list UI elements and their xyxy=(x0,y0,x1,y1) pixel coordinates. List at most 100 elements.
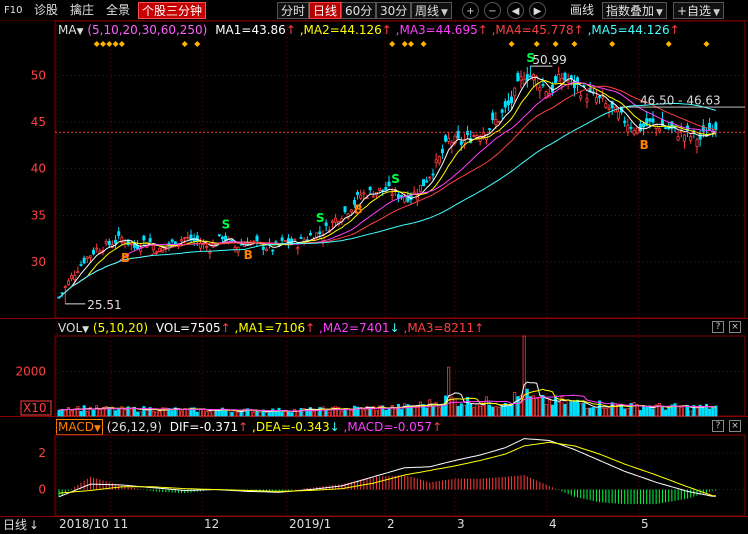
candle-body xyxy=(623,120,627,124)
candle-body xyxy=(362,192,366,195)
candle-body xyxy=(308,232,312,236)
volume-bar xyxy=(264,411,268,417)
diamond-marker xyxy=(389,41,396,47)
candle-body xyxy=(371,195,375,198)
volume-bar xyxy=(491,406,495,417)
volume-bar xyxy=(387,408,391,417)
volume-bar xyxy=(57,409,61,417)
volume-bar xyxy=(205,411,209,417)
volume-bar xyxy=(393,408,397,417)
candle-body xyxy=(368,187,372,191)
candle-body xyxy=(510,96,514,104)
candle-body xyxy=(714,122,718,131)
candle-body xyxy=(79,264,83,266)
volume-bar xyxy=(98,409,102,417)
dif-line xyxy=(58,438,716,498)
volume-bar xyxy=(522,335,526,417)
macd-tick-label: 0 xyxy=(38,483,46,497)
volume-bar xyxy=(117,408,121,417)
volume-bar xyxy=(114,410,118,417)
volume-bar xyxy=(290,412,294,417)
diamond-marker xyxy=(112,41,119,47)
candle-body xyxy=(456,130,460,139)
candle-body xyxy=(195,235,199,242)
volume-bar xyxy=(202,408,206,417)
volume-bar xyxy=(623,408,627,417)
volume-bar xyxy=(186,408,190,417)
time-tick-label: 4 xyxy=(549,517,557,531)
candle-body xyxy=(104,240,108,244)
volume-bar xyxy=(711,407,715,417)
volume-bar xyxy=(588,407,592,417)
volume-bar xyxy=(142,406,146,417)
volume-bar xyxy=(651,408,655,417)
price-tick-label: 45 xyxy=(31,115,46,129)
candle-body xyxy=(428,176,432,179)
buy-signal: B xyxy=(354,203,363,217)
pane-border xyxy=(54,335,746,417)
candle-body xyxy=(488,128,492,131)
candle-body xyxy=(616,111,620,120)
candle-body xyxy=(604,103,608,108)
volume-bar xyxy=(667,406,671,417)
candle-body xyxy=(334,217,338,223)
volume-bar xyxy=(343,410,347,417)
candle-body xyxy=(444,135,448,142)
volume-bar xyxy=(286,411,290,417)
candle-body xyxy=(280,237,284,241)
time-tick-label: 3 xyxy=(457,517,465,531)
candle-body xyxy=(283,240,287,243)
volume-bar xyxy=(604,408,608,417)
volume-bar xyxy=(154,411,158,417)
candle-body xyxy=(601,96,605,99)
candle-body xyxy=(296,246,300,250)
candle-body xyxy=(148,238,152,243)
volume-bar xyxy=(129,408,133,417)
moving-average-lines xyxy=(58,76,717,298)
volume-bar xyxy=(550,404,554,417)
volume-bar xyxy=(679,407,683,417)
candle-body xyxy=(180,239,184,242)
volume-bar xyxy=(475,403,479,417)
candle-body xyxy=(440,148,444,154)
volume-bar xyxy=(327,411,331,417)
volume-bar xyxy=(324,409,328,417)
volume-bar xyxy=(494,406,498,417)
volume-bar xyxy=(425,407,429,417)
candle-body xyxy=(594,96,598,103)
candle-body xyxy=(472,135,476,137)
period-switch-label[interactable]: 日线 xyxy=(3,518,27,532)
diamond-marker xyxy=(181,41,188,47)
candle-body xyxy=(434,159,438,163)
volume-bar xyxy=(572,400,576,417)
volume-bar xyxy=(437,407,441,417)
volume-bar xyxy=(409,406,413,417)
candle-body xyxy=(73,274,77,280)
candle-body xyxy=(513,87,517,97)
volume-bar xyxy=(440,404,444,417)
volume-bar xyxy=(632,401,636,417)
candle-body xyxy=(657,128,661,132)
candle-body xyxy=(117,231,121,236)
candle-body xyxy=(330,220,334,223)
pane-border xyxy=(54,20,746,319)
volume-bar xyxy=(566,399,570,417)
volume-bar xyxy=(415,406,419,417)
volume-bar xyxy=(516,396,520,417)
volume-bar xyxy=(258,411,262,417)
diamond-marker xyxy=(408,41,414,47)
candle-body xyxy=(519,76,523,81)
volume-bar xyxy=(579,403,583,417)
candle-body xyxy=(324,222,328,226)
volume-bar xyxy=(362,409,366,417)
volume-bar xyxy=(642,406,646,417)
volume-bar xyxy=(607,407,611,417)
volume-bar xyxy=(569,401,573,417)
candle-body xyxy=(255,235,259,242)
volume-bar xyxy=(384,409,388,417)
stock-chart[interactable]: 3035404550200002 2018/10 11 12 2019/1 2 3 4 5↓ … xyxy=(0,0,748,534)
volume-bar xyxy=(352,405,356,417)
volume-bar xyxy=(236,412,240,417)
candle-body xyxy=(676,136,680,141)
diamond-marker xyxy=(609,41,616,47)
